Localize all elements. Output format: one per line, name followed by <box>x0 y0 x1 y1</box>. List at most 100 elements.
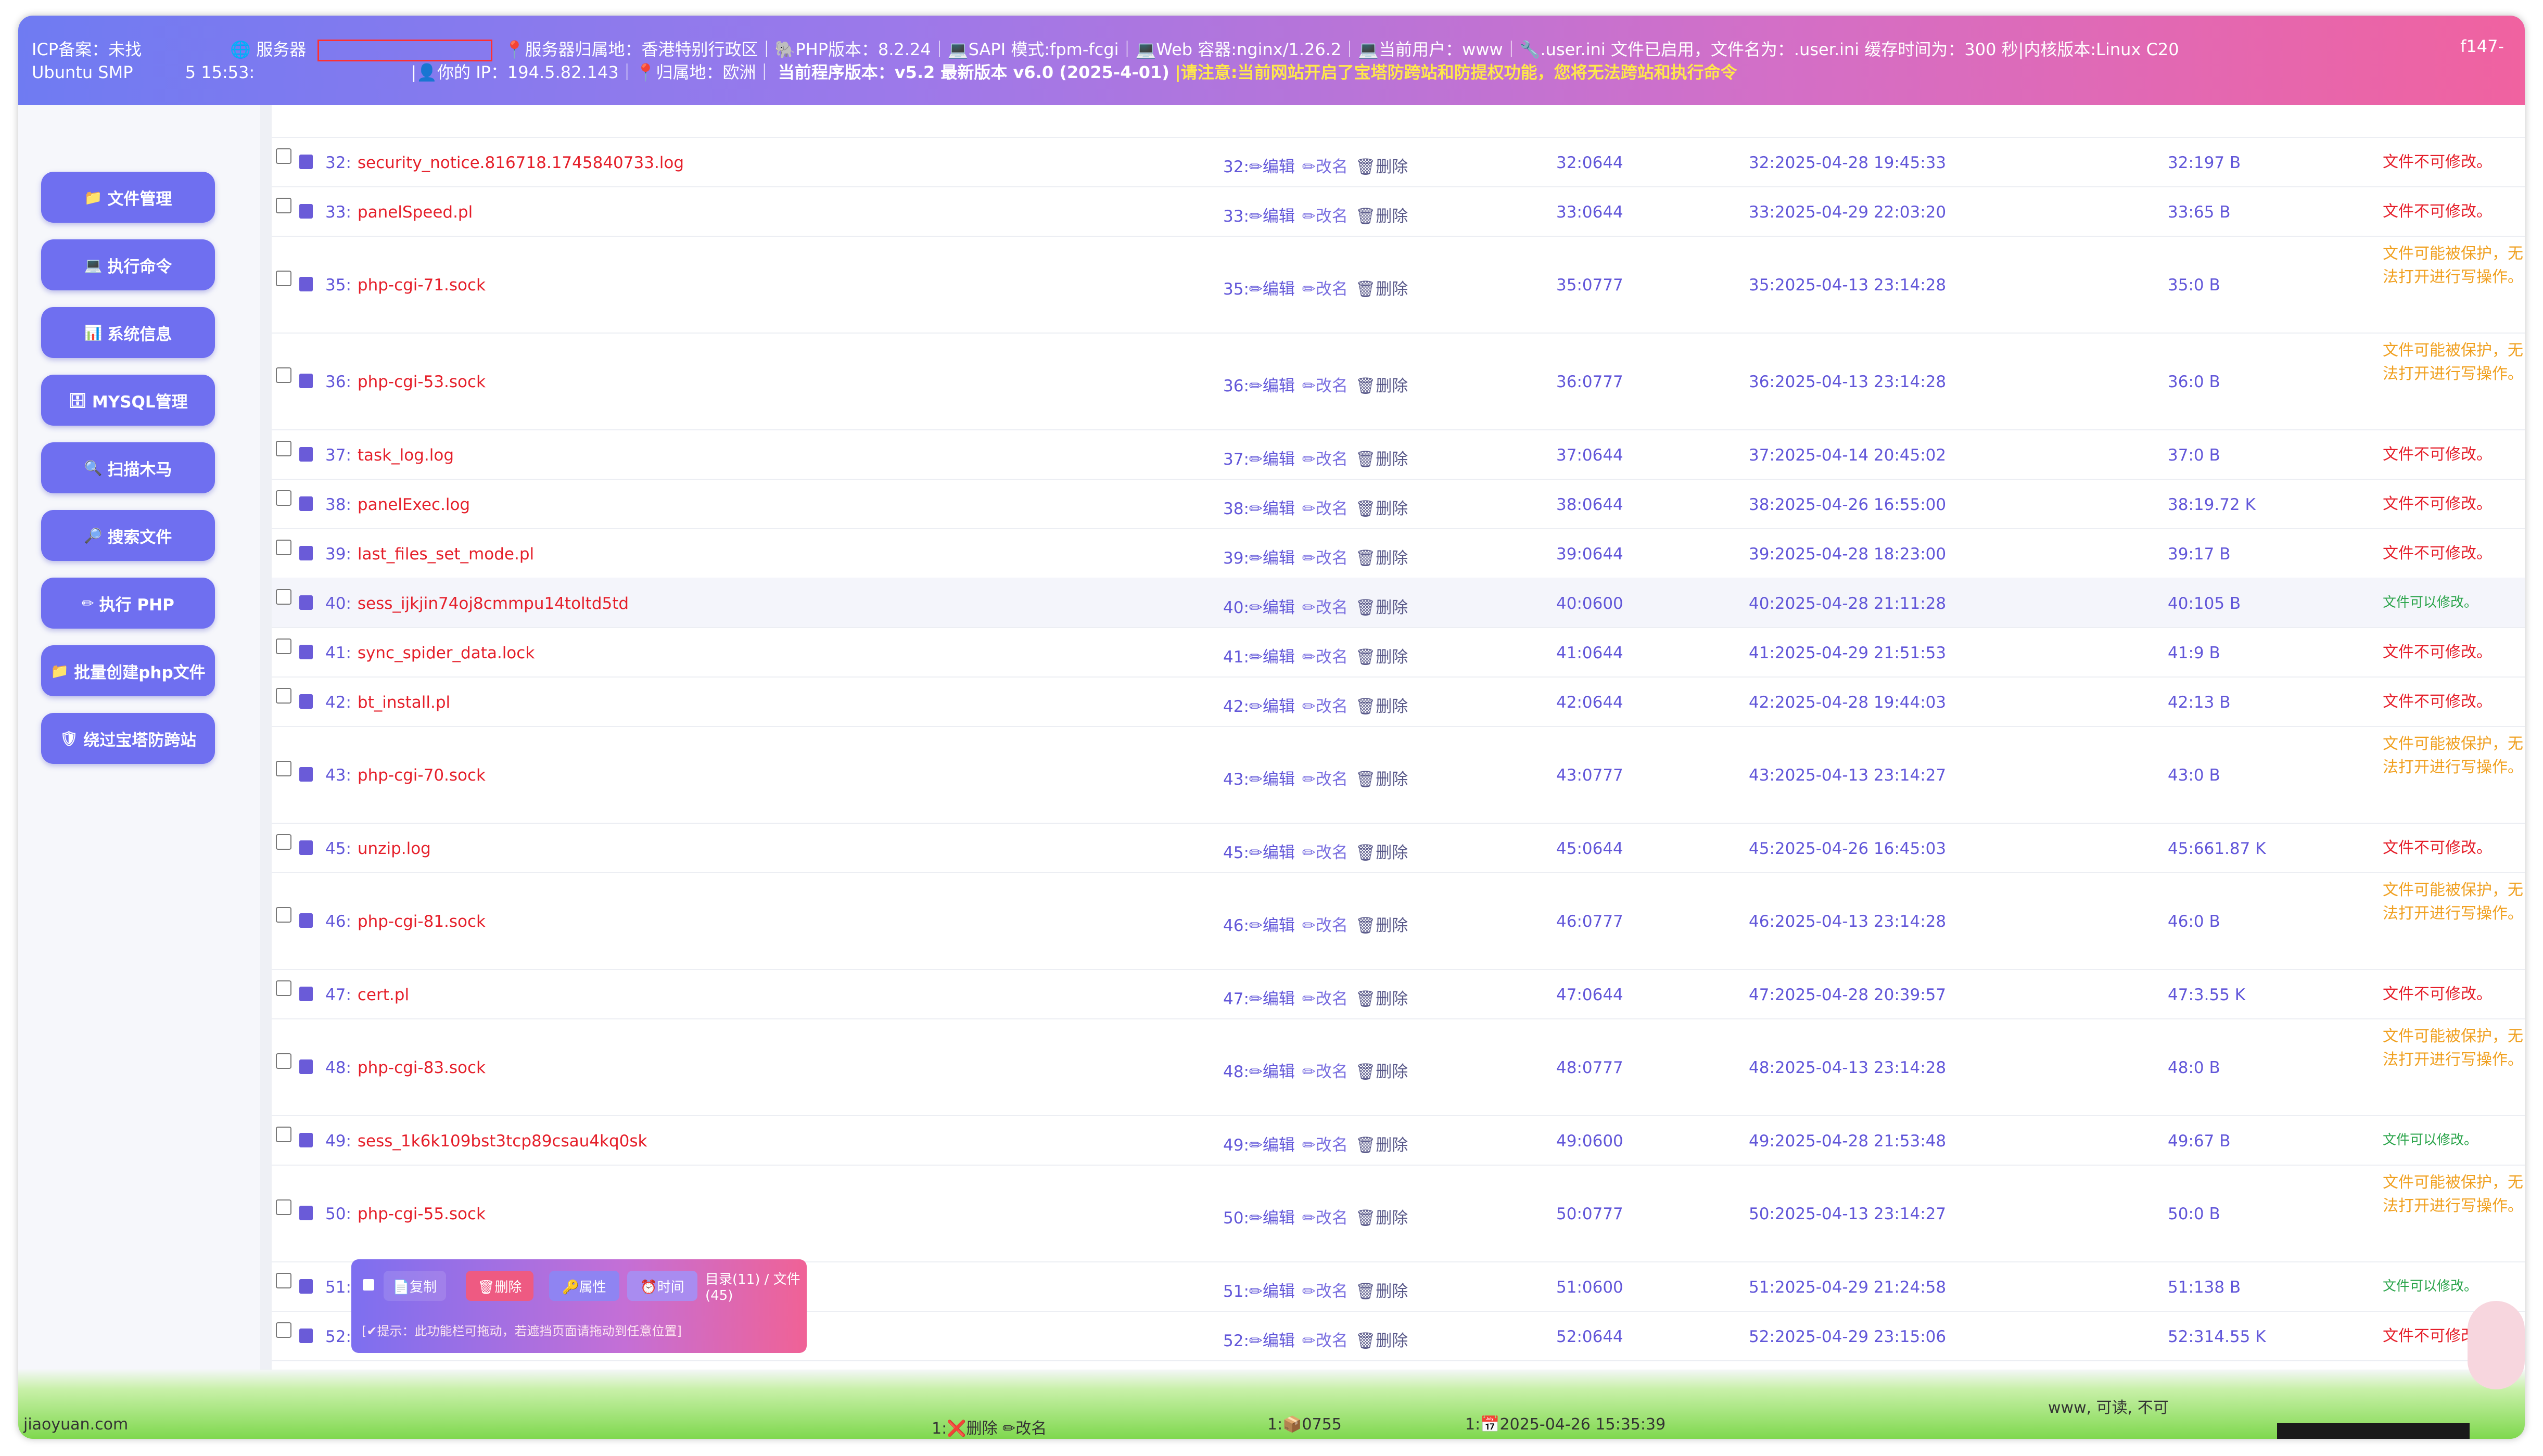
rename-button[interactable]: ✏改名 <box>1302 598 1348 617</box>
file-name-link[interactable]: 32: security_notice.816718.1745840733.log <box>325 154 684 172</box>
edit-button[interactable]: ✏编辑 <box>1249 450 1295 469</box>
rename-button[interactable]: ✏改名 <box>1302 549 1348 568</box>
delete-button[interactable]: 🗑删除 <box>1355 280 1408 299</box>
row-checkbox[interactable] <box>276 148 291 164</box>
row-checkbox[interactable] <box>276 540 291 555</box>
file-mtime[interactable]: 37:2025-04-14 20:45:02 <box>1749 446 1946 465</box>
table-row[interactable]: 40: sess_ijkjin74oj8cmmpu14toltd5td 40:✏编辑… <box>260 578 2525 628</box>
file-name[interactable]: panelExec.log <box>358 495 470 514</box>
properties-button[interactable]: 🔑属性 <box>549 1271 619 1301</box>
file-name-link[interactable]: 36: php-cgi-53.sock <box>325 373 486 391</box>
row-checkbox[interactable] <box>276 1199 291 1215</box>
sidebar-item[interactable]: 📁 文件管理 <box>41 172 215 223</box>
rename-button[interactable]: ✏改名 <box>1302 500 1348 518</box>
file-name[interactable]: sess_ijkjin74oj8cmmpu14toltd5td <box>358 594 629 613</box>
file-mtime[interactable]: 46:2025-04-13 23:14:28 <box>1749 912 1946 931</box>
file-mtime[interactable]: 45:2025-04-26 16:45:03 <box>1749 839 1946 858</box>
file-name-link[interactable]: 49: sess_1k6k109bst3tcp89csau4kq0sk <box>325 1132 647 1151</box>
row-checkbox[interactable] <box>276 1053 291 1069</box>
edit-button[interactable]: ✏编辑 <box>1249 770 1295 789</box>
file-name-link[interactable]: 37: task_log.log <box>325 446 454 465</box>
delete-button[interactable]: 🗑删除 <box>1355 648 1408 667</box>
table-row[interactable]: 41: sync_spider_data.lock 41:✏编辑 ✏改名 🗑删除 41:0… <box>260 627 2525 678</box>
file-name[interactable]: bt_install.pl <box>358 693 450 712</box>
file-permission[interactable]: 48:0777 <box>1556 1058 1623 1077</box>
file-name-link[interactable]: 50: php-cgi-55.sock <box>325 1205 486 1223</box>
file-mtime[interactable]: 39:2025-04-28 18:23:00 <box>1749 545 1946 564</box>
file-permission[interactable]: 52:0644 <box>1556 1327 1623 1346</box>
edit-button[interactable]: ✏编辑 <box>1249 697 1295 716</box>
sidebar-item[interactable]: ✏ 执行 PHP <box>41 578 215 629</box>
file-name-link[interactable]: 38: panelExec.log <box>325 495 470 514</box>
row-checkbox[interactable] <box>276 1273 291 1288</box>
file-mtime[interactable]: 48:2025-04-13 23:14:28 <box>1749 1058 1946 1077</box>
delete-button[interactable]: 🗑删除 <box>1355 377 1408 395</box>
select-all-checkbox[interactable] <box>363 1279 374 1291</box>
file-permission[interactable]: 43:0777 <box>1556 766 1623 785</box>
table-row[interactable]: 39: last_files_set_mode.pl 39:✏编辑 ✏改名 🗑删除 39:… <box>260 528 2525 579</box>
table-row[interactable]: 36: php-cgi-53.sock 36:✏编辑 ✏改名 🗑删除 36:0777 36:… <box>260 333 2525 430</box>
delete-button[interactable]: 🗑删除 <box>1355 207 1408 226</box>
file-permission[interactable]: 36:0777 <box>1556 373 1623 391</box>
table-row[interactable]: 31:mysql.sock31:✏编辑✏改名🗑删除31:077731:2025-… <box>260 105 2525 138</box>
file-name-link[interactable]: 46: php-cgi-81.sock <box>325 912 486 931</box>
file-mtime[interactable]: 47:2025-04-28 20:39:57 <box>1749 986 1946 1004</box>
rename-button[interactable]: ✏改名 <box>1302 377 1348 395</box>
delete-button[interactable]: 🗑删除 <box>1355 844 1408 862</box>
table-row[interactable]: 48: php-cgi-83.sock 48:✏编辑 ✏改名 🗑删除 48:0777 48:… <box>260 1018 2525 1116</box>
file-permission[interactable]: 32:0644 <box>1556 154 1623 172</box>
file-permission[interactable]: 50:0777 <box>1556 1205 1623 1223</box>
delete-button[interactable]: 🗑删除 <box>1355 598 1408 617</box>
edit-button[interactable]: ✏编辑 <box>1249 500 1295 518</box>
rename-button[interactable]: ✏改名 <box>1302 1209 1348 1228</box>
file-permission[interactable]: 40:0600 <box>1556 594 1623 613</box>
rename-button[interactable]: ✏改名 <box>1302 207 1348 226</box>
table-row[interactable]: 50: php-cgi-55.sock 50:✏编辑 ✏改名 🗑删除 50:0777 50:… <box>260 1165 2525 1262</box>
file-mtime[interactable]: 51:2025-04-29 21:24:58 <box>1749 1278 1946 1297</box>
copy-button[interactable]: 📄复制 <box>384 1271 446 1301</box>
table-row[interactable]: 45: unzip.log 45:✏编辑 ✏改名 🗑删除 45:0644 45:2025-0… <box>260 823 2525 873</box>
file-mtime[interactable]: 50:2025-04-13 23:14:27 <box>1749 1205 1946 1223</box>
row-checkbox[interactable] <box>276 271 291 286</box>
table-row[interactable]: 43: php-cgi-70.sock 43:✏编辑 ✏改名 🗑删除 43:0777 43:… <box>260 726 2525 824</box>
sidebar-item[interactable]: 🔎 搜索文件 <box>41 510 215 561</box>
file-permission[interactable]: 39:0644 <box>1556 545 1623 564</box>
file-permission[interactable]: 41:0644 <box>1556 644 1623 662</box>
file-name[interactable]: security_notice.816718.1745840733.log <box>358 154 684 172</box>
file-mtime[interactable]: 40:2025-04-28 21:11:28 <box>1749 594 1946 613</box>
table-row[interactable]: 35: php-cgi-71.sock 35:✏编辑 ✏改名 🗑删除 35:0777 35:… <box>260 236 2525 334</box>
file-permission[interactable]: 46:0777 <box>1556 912 1623 931</box>
edit-button[interactable]: ✏编辑 <box>1249 280 1295 299</box>
sidebar-item[interactable]: 💻 执行命令 <box>41 239 215 290</box>
file-name-link[interactable]: 35: php-cgi-71.sock <box>325 276 486 295</box>
row-checkbox[interactable] <box>276 589 291 605</box>
file-name-link[interactable]: 45: unzip.log <box>325 839 431 858</box>
rename-button[interactable]: ✏改名 <box>1302 450 1348 469</box>
row-checkbox[interactable] <box>276 367 291 383</box>
file-name[interactable]: sess_1k6k109bst3tcp89csau4kq0sk <box>358 1132 647 1151</box>
file-name-link[interactable]: 33: panelSpeed.pl <box>325 203 473 222</box>
delete-button[interactable]: 🗑删除 <box>1355 1136 1408 1155</box>
edit-button[interactable]: ✏编辑 <box>1249 1332 1295 1350</box>
file-name[interactable]: php-cgi-71.sock <box>358 276 486 295</box>
file-name[interactable]: php-cgi-83.sock <box>358 1058 486 1077</box>
rename-button[interactable]: ✏改名 <box>1302 648 1348 667</box>
file-permission[interactable]: 47:0644 <box>1556 986 1623 1004</box>
file-name[interactable]: task_log.log <box>358 446 454 465</box>
delete-button[interactable]: 🗑删除 <box>1355 990 1408 1008</box>
file-name[interactable]: panelSpeed.pl <box>358 203 473 222</box>
rename-button[interactable]: ✏改名 <box>1302 916 1348 935</box>
batch-toolbar[interactable]: 📄复制 🗑删除 🔑属性 ⏰时间 目录(11) / 文件(45) [✔提示：此功能… <box>351 1259 807 1353</box>
delete-button[interactable]: 🗑删除 <box>1355 549 1408 568</box>
sidebar-item[interactable]: 📊 系统信息 <box>41 307 215 358</box>
file-name-link[interactable]: 40: sess_ijkjin74oj8cmmpu14toltd5td <box>325 594 629 613</box>
file-permission[interactable]: 37:0644 <box>1556 446 1623 465</box>
file-name[interactable]: cert.pl <box>358 986 409 1004</box>
file-permission[interactable]: 45:0644 <box>1556 839 1623 858</box>
table-row[interactable]: 38: panelExec.log 38:✏编辑 ✏改名 🗑删除 38:0644 38:20… <box>260 479 2525 529</box>
row-checkbox[interactable] <box>276 907 291 923</box>
file-permission[interactable]: 49:0600 <box>1556 1132 1623 1151</box>
sidebar-item[interactable]: 📁 批量创建php文件 <box>41 645 215 696</box>
file-mtime[interactable]: 42:2025-04-28 19:44:03 <box>1749 693 1946 712</box>
delete-button[interactable]: 🗑删除 <box>1355 1209 1408 1228</box>
